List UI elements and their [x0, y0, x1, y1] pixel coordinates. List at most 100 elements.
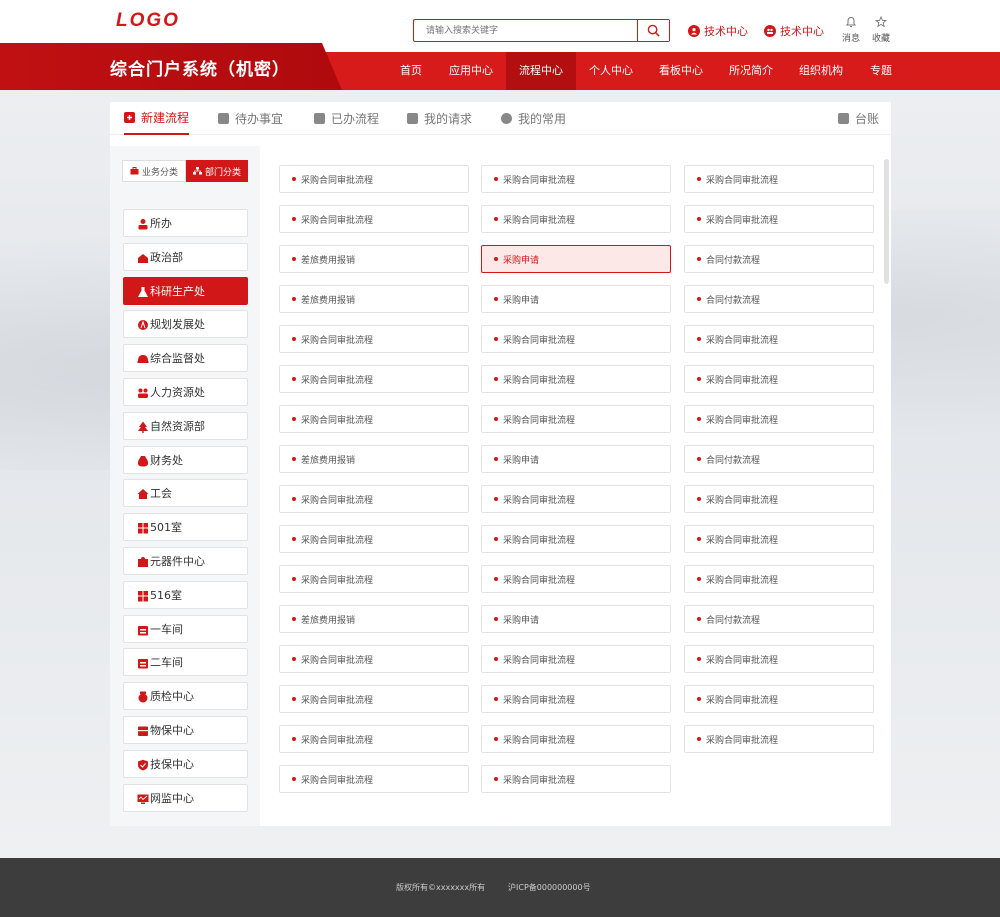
messages-button[interactable]: 消息	[836, 16, 866, 44]
process-item[interactable]: 采购合同审批流程	[684, 725, 874, 753]
process-item[interactable]: 采购合同审批流程	[481, 725, 671, 753]
logo[interactable]: LOGO	[116, 10, 180, 32]
tab-ledger[interactable]: 台账	[838, 102, 879, 135]
department-item[interactable]: 科研生产处	[123, 276, 248, 305]
process-item[interactable]: 采购合同审批流程	[279, 405, 469, 433]
process-item[interactable]: 采购合同审批流程	[481, 325, 671, 353]
process-item[interactable]: 采购合同审批流程	[481, 525, 671, 553]
search-button[interactable]	[637, 20, 669, 41]
process-item[interactable]: 采购合同审批流程	[481, 165, 671, 193]
department-item[interactable]: 技保中心	[123, 749, 248, 778]
process-item[interactable]: 采购申请	[481, 445, 671, 473]
process-item[interactable]: 合同付款流程	[684, 245, 874, 273]
process-item[interactable]: 采购合同审批流程	[684, 565, 874, 593]
nav-item-apps[interactable]: 应用中心	[436, 52, 506, 90]
process-item[interactable]: 采购合同审批流程	[684, 685, 874, 713]
process-item[interactable]: 采购申请	[481, 245, 671, 273]
process-item[interactable]: 采购合同审批流程	[684, 645, 874, 673]
process-item[interactable]: 采购合同审批流程	[684, 165, 874, 193]
process-item[interactable]: 差旅费用报销	[279, 285, 469, 313]
process-item[interactable]: 采购合同审批流程	[481, 485, 671, 513]
process-item[interactable]: 采购合同审批流程	[279, 725, 469, 753]
department-item[interactable]: 工会	[123, 479, 248, 508]
department-item[interactable]: 财务处	[123, 445, 248, 474]
process-item[interactable]: 采购合同审批流程	[481, 765, 671, 793]
process-item[interactable]: 采购申请	[481, 605, 671, 633]
nav-item-personal[interactable]: 个人中心	[576, 52, 646, 90]
process-item[interactable]: 采购合同审批流程	[279, 685, 469, 713]
department-item[interactable]: 规划发展处	[123, 310, 248, 339]
process-item[interactable]: 采购合同审批流程	[481, 565, 671, 593]
process-item[interactable]: 合同付款流程	[684, 605, 874, 633]
tech-center-label: 技术中心	[780, 25, 824, 38]
department-item[interactable]: 人力资源处	[123, 378, 248, 406]
nav-item-process[interactable]: 流程中心	[506, 52, 576, 90]
main-card: 新建流程 待办事宜 已办流程 我的请求 我的常用 台账 业务分类 部门分类 所办…	[110, 102, 891, 826]
nav-item-home[interactable]: 首页	[386, 52, 436, 90]
tab-favorites[interactable]: 我的常用	[501, 102, 566, 135]
footer: 版权所有©xxxxxxx所有 沪ICP备000000000号	[0, 858, 1000, 917]
department-sidebar: 业务分类 部门分类 所办政治部科研生产处规划发展处综合监督处人力资源处自然资源部…	[110, 146, 260, 826]
department-item[interactable]: 516室	[123, 580, 248, 609]
department-item[interactable]: 元器件中心	[123, 547, 248, 575]
process-item[interactable]: 采购合同审批流程	[279, 165, 469, 193]
process-item[interactable]: 采购合同审批流程	[684, 205, 874, 233]
tab-done[interactable]: 已办流程	[314, 102, 379, 135]
process-item[interactable]: 采购合同审批流程	[481, 405, 671, 433]
tab-my-requests[interactable]: 我的请求	[407, 102, 472, 135]
department-category-button[interactable]: 部门分类	[186, 160, 248, 182]
department-item[interactable]: 质检中心	[123, 682, 248, 711]
monitor-icon	[137, 793, 149, 805]
nav-item-dashboard[interactable]: 看板中心	[646, 52, 716, 90]
nav-item-about[interactable]: 所况简介	[716, 52, 786, 90]
process-item[interactable]: 采购合同审批流程	[279, 205, 469, 233]
department-item[interactable]: 物保中心	[123, 716, 248, 744]
tab-new-process[interactable]: 新建流程	[124, 102, 190, 135]
main-nav: 首页 应用中心 流程中心 个人中心 看板中心 所况简介 组织机构 专题	[386, 52, 906, 90]
process-item[interactable]: 采购合同审批流程	[279, 485, 469, 513]
department-item[interactable]: 501室	[123, 513, 248, 542]
process-item[interactable]: 采购合同审批流程	[279, 325, 469, 353]
money-bag-icon	[137, 455, 149, 467]
process-item[interactable]: 采购合同审批流程	[481, 365, 671, 393]
process-item[interactable]: 差旅费用报销	[279, 445, 469, 473]
department-item[interactable]: 自然资源部	[123, 411, 248, 440]
inbox-icon	[137, 252, 149, 264]
tech-center-link-2[interactable]: 技术中心	[764, 23, 824, 39]
search-input[interactable]	[414, 20, 637, 41]
department-item[interactable]: 一车间	[123, 614, 248, 643]
process-item[interactable]: 采购合同审批流程	[481, 645, 671, 673]
process-item[interactable]: 合同付款流程	[684, 285, 874, 313]
star-circle-icon	[501, 113, 512, 124]
tab-todo[interactable]: 待办事宜	[218, 102, 283, 135]
process-item[interactable]: 采购合同审批流程	[684, 365, 874, 393]
favorites-button[interactable]: 收藏	[866, 16, 896, 44]
process-item[interactable]: 采购合同审批流程	[684, 325, 874, 353]
process-item[interactable]: 采购合同审批流程	[481, 205, 671, 233]
tree-icon	[137, 421, 149, 433]
department-item[interactable]: 所办	[123, 209, 248, 237]
process-item[interactable]: 采购合同审批流程	[684, 405, 874, 433]
nav-item-topics[interactable]: 专题	[856, 52, 906, 90]
department-item[interactable]: 政治部	[123, 242, 248, 271]
nav-item-org[interactable]: 组织机构	[786, 52, 856, 90]
process-item[interactable]: 采购合同审批流程	[684, 525, 874, 553]
process-item[interactable]: 采购合同审批流程	[279, 365, 469, 393]
process-item[interactable]: 合同付款流程	[684, 445, 874, 473]
tech-center-link-1[interactable]: 技术中心	[688, 23, 748, 39]
process-item[interactable]: 采购合同审批流程	[279, 525, 469, 553]
process-item[interactable]: 差旅费用报销	[279, 245, 469, 273]
department-label: 技保中心	[150, 757, 194, 771]
department-item[interactable]: 综合监督处	[123, 344, 248, 373]
process-item[interactable]: 采购合同审批流程	[684, 485, 874, 513]
process-item[interactable]: 采购合同审批流程	[279, 765, 469, 793]
process-item[interactable]: 采购合同审批流程	[481, 685, 671, 713]
department-item[interactable]: 二车间	[123, 648, 248, 677]
business-category-button[interactable]: 业务分类	[122, 160, 186, 182]
process-item[interactable]: 采购申请	[481, 285, 671, 313]
process-item[interactable]: 差旅费用报销	[279, 605, 469, 633]
process-item[interactable]: 采购合同审批流程	[279, 565, 469, 593]
department-item[interactable]: 网监中心	[123, 783, 248, 812]
process-item[interactable]: 采购合同审批流程	[279, 645, 469, 673]
scrollbar[interactable]	[884, 159, 889, 284]
